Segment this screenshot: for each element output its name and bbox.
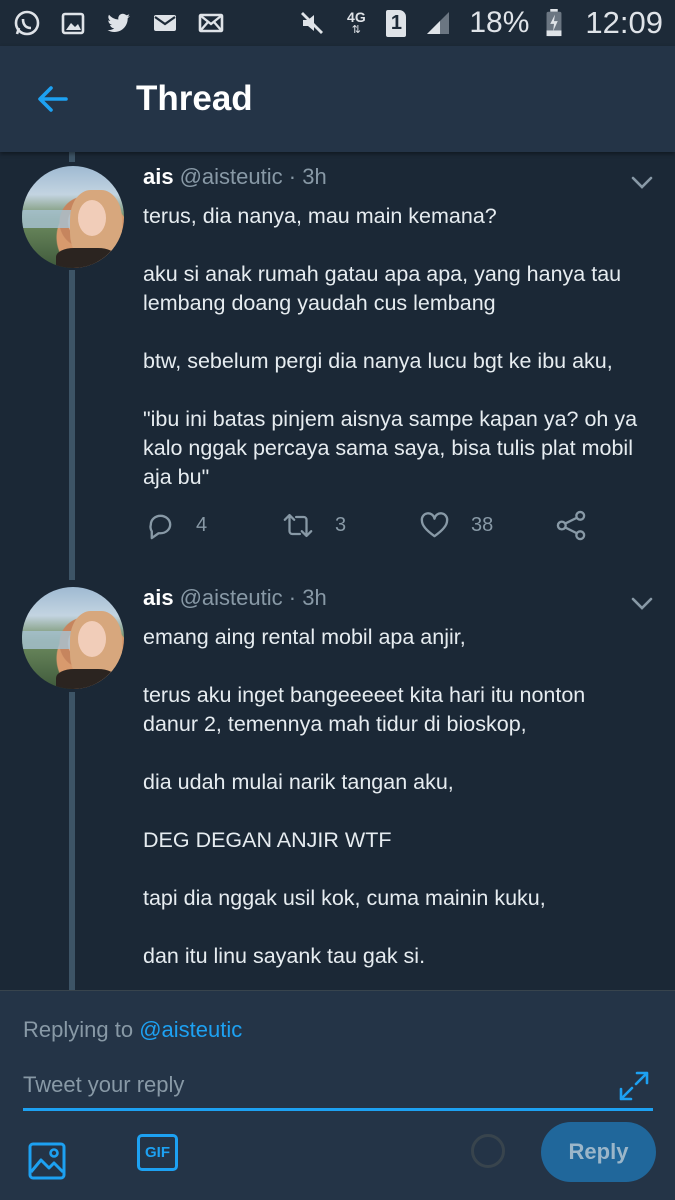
tweet-paragraph: aku si anak rumah gatau apa apa, yang ha… — [143, 262, 622, 315]
tweet-paragraph: emang aing rental mobil apa anjir, — [143, 625, 466, 649]
status-bar: 4G ⇅ 1 18% 12:09 — [0, 0, 675, 46]
expand-icon — [619, 1071, 649, 1101]
tweet[interactable]: ais @aisteutic · 3h emang aing rental mob… — [0, 573, 675, 990]
tweet-paragraph: terus aku inget bangeeeeet kita hari itu… — [143, 683, 586, 736]
tweet-menu-button[interactable] — [628, 168, 656, 196]
back-button[interactable] — [28, 74, 78, 124]
reply-composer: Replying to @aisteutic GIF Reply — [0, 990, 675, 1200]
avatar[interactable] — [22, 587, 124, 689]
like-count: 38 — [471, 513, 494, 536]
twitter-icon — [104, 8, 134, 38]
app-header: Thread — [0, 46, 675, 152]
tweet-header: ais @aisteutic · 3h — [143, 164, 327, 190]
mail-icon — [150, 8, 180, 38]
tweet-paragraph: dia udah mulai narik tangan aku, — [143, 770, 454, 794]
tweet-paragraph: dan itu linu sayank tau gak si. — [143, 944, 426, 968]
reply-action[interactable]: 4 — [145, 508, 207, 542]
replying-to: Replying to @aisteutic — [23, 1017, 242, 1043]
author-name[interactable]: ais — [143, 585, 174, 610]
reply-count: 4 — [196, 513, 208, 536]
email-icon — [196, 8, 226, 38]
retweet-action[interactable]: 3 — [281, 508, 346, 542]
thread-list[interactable]: ais @aisteutic · 3h terus, dia nanya, mau… — [0, 152, 675, 990]
retweet-count: 3 — [335, 513, 347, 536]
chevron-down-icon — [631, 597, 653, 610]
back-arrow-icon — [38, 86, 68, 112]
tweet-paragraph: DEG DEGAN ANJIR WTF — [143, 828, 392, 852]
reply-button[interactable]: Reply — [541, 1122, 656, 1182]
battery-charging-icon — [545, 8, 563, 38]
tweet-actions: 4 3 38 — [143, 508, 643, 542]
like-action[interactable]: 38 — [419, 508, 493, 542]
avatar[interactable] — [22, 166, 124, 268]
replying-to-handle[interactable]: @aisteutic — [139, 1017, 242, 1042]
author-name[interactable]: ais — [143, 164, 174, 189]
tweet-time: · 3h — [288, 164, 327, 189]
tweet[interactable]: ais @aisteutic · 3h terus, dia nanya, mau… — [0, 152, 675, 572]
signal-icon — [423, 8, 453, 38]
tweet-paragraph: "ibu ini batas pinjem aisnya sampe kapan… — [143, 407, 638, 489]
tweet-paragraph: terus, dia nanya, mau main kemana? — [143, 204, 497, 228]
sim-icon: 1 — [385, 8, 407, 38]
retweet-icon — [283, 513, 313, 537]
tweet-paragraph: tapi dia nggak usil kok, cuma mainin kuk… — [143, 886, 546, 910]
share-icon — [556, 510, 586, 540]
gif-button[interactable]: GIF — [137, 1134, 178, 1171]
network-4g-icon: 4G ⇅ — [347, 9, 366, 36]
add-photo-button[interactable] — [27, 1141, 67, 1181]
heart-icon — [420, 511, 449, 537]
tweet-text: terus, dia nanya, mau main kemana? aku s… — [143, 202, 658, 492]
author-handle[interactable]: @aisteutic — [180, 585, 283, 610]
tweet-text: emang aing rental mobil apa anjir, terus… — [143, 623, 658, 971]
tweet-header: ais @aisteutic · 3h — [143, 585, 327, 611]
reply-input[interactable] — [23, 1061, 653, 1111]
expand-composer-button[interactable] — [617, 1069, 651, 1103]
tweet-menu-button[interactable] — [628, 589, 656, 617]
page-title: Thread — [136, 79, 253, 118]
reply-icon — [149, 514, 172, 539]
gallery-icon — [58, 8, 88, 38]
replying-to-label: Replying to — [23, 1017, 134, 1042]
image-icon — [28, 1142, 66, 1180]
battery-percent: 18% — [469, 6, 530, 39]
clock: 12:09 — [585, 5, 663, 40]
author-handle[interactable]: @aisteutic — [180, 164, 283, 189]
tweet-time: · 3h — [288, 585, 327, 610]
whatsapp-icon — [12, 8, 42, 38]
chevron-down-icon — [631, 176, 653, 189]
share-action[interactable] — [555, 508, 588, 542]
tweet-paragraph: btw, sebelum pergi dia nanya lucu bgt ke… — [143, 349, 613, 373]
character-counter — [471, 1134, 505, 1168]
mute-icon — [297, 8, 327, 38]
